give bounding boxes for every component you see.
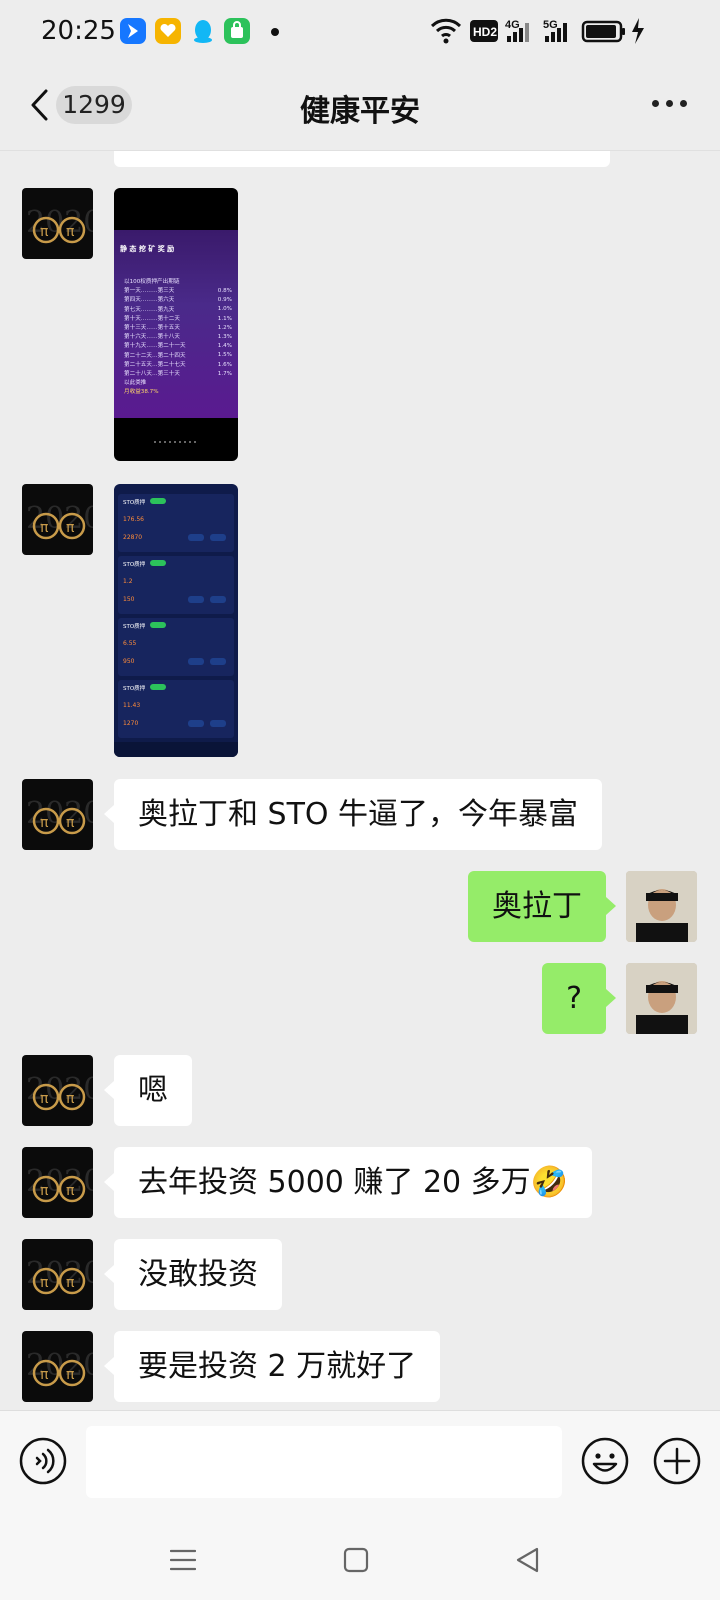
image-rates: 0.8% 0.9% 1.0% 1.1% 1.2% 1.3% 1.4% 1.5% … — [217, 288, 232, 377]
message-list[interactable]: 2020 π π 静 态 挖 矿 奖 励 以100权质押产出期链 第一天………第三天… — [0, 151, 720, 1409]
laughing-tears-emoji: 🤣 — [530, 1165, 569, 1200]
avatar-contact[interactable]: 2020 π π — [22, 1239, 93, 1310]
battery-icon — [581, 20, 625, 43]
avatar-self[interactable] — [626, 871, 697, 942]
message-bubble[interactable]: 去年投资 5000 赚了 20 多万🤣 — [103, 1147, 593, 1218]
sto-card: STO质押 1.2 150 — [118, 556, 234, 614]
svg-text:π: π — [40, 1183, 49, 1199]
status-time: 20:25 — [41, 16, 116, 46]
home-icon[interactable] — [343, 1547, 369, 1573]
status-bar: 20:25 HD2 4G 5G — [0, 0, 720, 64]
svg-text:π: π — [66, 1367, 75, 1383]
svg-text:π: π — [40, 1091, 49, 1107]
message-bubble-sent[interactable]: ? — [542, 963, 616, 1034]
menu-icon[interactable] — [170, 1547, 196, 1573]
wifi-icon — [430, 18, 462, 44]
app-notification-icon-1 — [120, 18, 146, 44]
message-text: 去年投资 5000 赚了 20 多万 — [138, 1165, 531, 1200]
svg-text:π: π — [66, 815, 75, 831]
image-message-sto-staking[interactable]: STO质押 176.56 22870 STO质押 1.2 150 STO质押 6… — [114, 484, 238, 757]
emoji-icon[interactable] — [581, 1437, 629, 1485]
svg-text:π: π — [40, 815, 49, 831]
svg-text:4G: 4G — [505, 19, 520, 31]
svg-text:π: π — [66, 224, 75, 240]
sto-card: STO质押 11.43 1270 — [118, 680, 234, 738]
svg-text:π: π — [66, 1183, 75, 1199]
image-message-mining-rewards[interactable]: 静 态 挖 矿 奖 励 以100权质押产出期链 第一天………第三天 第四天………… — [114, 188, 238, 461]
message-bubble[interactable]: 没敢投资 — [104, 1239, 282, 1310]
avatar-contact[interactable]: 2020 π π — [22, 1147, 93, 1218]
svg-text:π: π — [40, 1367, 49, 1383]
voice-icon[interactable] — [19, 1437, 67, 1485]
avatar-contact[interactable]: 2020 π π — [22, 188, 93, 259]
signal-5g-icon: 5G — [543, 19, 567, 42]
more-options-icon[interactable] — [652, 100, 688, 110]
svg-text:π: π — [66, 1275, 75, 1291]
avatar-contact[interactable]: 2020 π π — [22, 1055, 93, 1126]
system-navigation-bar — [0, 1521, 720, 1600]
status-right-icons: HD2 4G 5G — [430, 18, 644, 44]
charging-icon — [632, 18, 644, 44]
image-bottom-nav — [114, 742, 238, 757]
sto-card: STO质押 6.55 950 — [118, 618, 234, 676]
sto-card: STO质押 176.56 22870 — [118, 494, 234, 552]
avatar-contact[interactable]: 2020 π π — [22, 779, 93, 850]
svg-text:π: π — [66, 1091, 75, 1107]
message-bubble[interactable]: 奥拉丁和 STO 牛逼了，今年暴富 — [103, 779, 603, 850]
svg-text:π: π — [66, 520, 75, 536]
avatar-self[interactable] — [626, 963, 697, 1034]
plus-icon[interactable] — [653, 1437, 701, 1485]
hd-icon: HD2 — [470, 20, 498, 42]
svg-text:HD2: HD2 — [473, 25, 497, 39]
svg-text:5G: 5G — [543, 19, 558, 31]
image-lines: 以100权质押产出期链 第一天………第三天 第四天………第六天 第七天………第九… — [124, 279, 186, 396]
qq-icon — [190, 18, 216, 44]
notification-dot — [271, 28, 279, 36]
svg-text:π: π — [40, 224, 49, 240]
app-store-icon — [224, 18, 250, 44]
image-title-text: 静 态 挖 矿 奖 励 — [120, 245, 175, 253]
image-pager-dots — [154, 441, 198, 443]
message-bubble-sent[interactable]: 奥拉丁 — [468, 871, 616, 942]
svg-text:π: π — [40, 1275, 49, 1291]
message-bubble-partial[interactable] — [114, 151, 610, 167]
app-notification-icon-2 — [155, 18, 181, 44]
back-icon[interactable] — [515, 1547, 541, 1573]
svg-text:π: π — [40, 520, 49, 536]
page-title: 健康平安 — [300, 94, 420, 129]
signal-4g-icon: 4G — [505, 19, 529, 42]
avatar-contact[interactable]: 2020 π π — [22, 1331, 93, 1402]
message-bubble[interactable]: 嗯 — [104, 1055, 192, 1126]
message-input[interactable] — [86, 1426, 562, 1498]
message-bubble[interactable]: 要是投资 2 万就好了 — [103, 1331, 441, 1402]
avatar-contact[interactable]: 2020 π π — [22, 484, 93, 555]
